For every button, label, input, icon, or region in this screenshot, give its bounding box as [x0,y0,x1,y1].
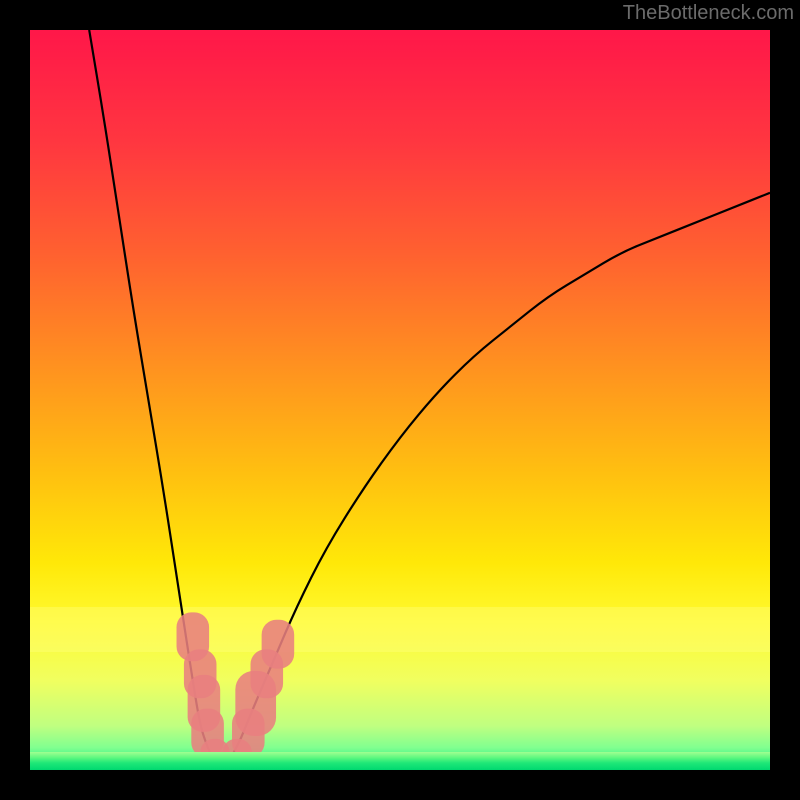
chart-container [30,30,770,770]
green-bottom-stripe [30,752,770,770]
watermark-text: TheBottleneck.com [623,2,794,25]
data-marker [262,620,295,669]
curve-lines [30,30,770,770]
curve-right-curve [222,193,770,770]
